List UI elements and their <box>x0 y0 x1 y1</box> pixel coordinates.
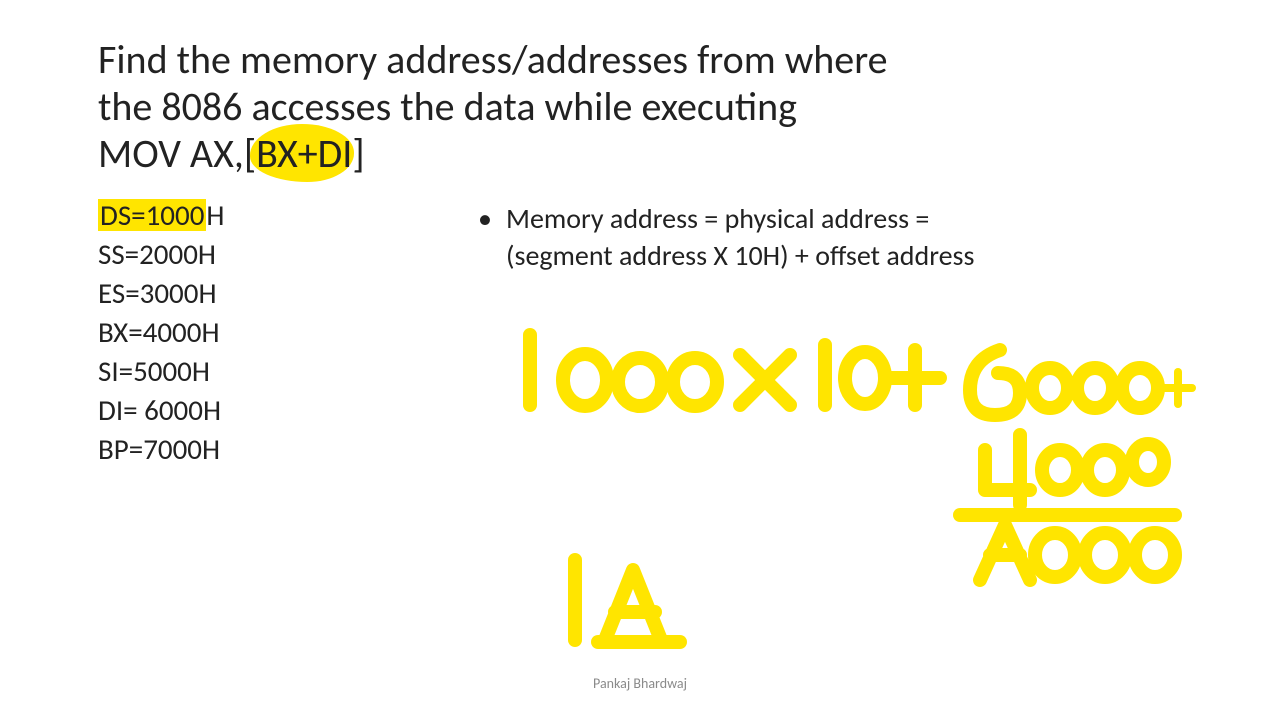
slide: Find the memory address/addresses from w… <box>0 0 1280 720</box>
bullet-text: Memory address = physical address = (seg… <box>506 200 974 276</box>
title-line-1: Find the memory address/addresses from w… <box>98 36 1190 83</box>
title-line3-post: ] <box>352 129 364 178</box>
highlight-ds: DS=1000 <box>98 197 206 233</box>
reg-si: SI=5000H <box>98 352 438 391</box>
highlight-bx-di: BX+DI <box>256 130 352 177</box>
formula-bullet: • Memory address = physical address = (s… <box>478 200 1190 276</box>
slide-title: Find the memory address/addresses from w… <box>98 36 1190 178</box>
title-line3-pre: MOV AX,[ <box>98 129 256 178</box>
bullet-line-1: Memory address = physical address = <box>506 201 929 236</box>
footer-author: Pankaj Bhardwaj <box>0 675 1280 692</box>
reg-bp: BP=7000H <box>98 430 438 469</box>
reg-bx: BX=4000H <box>98 313 438 352</box>
reg-es: ES=3000H <box>98 274 438 313</box>
content-columns: DS=1000H SS=2000H ES=3000H BX=4000H SI=5… <box>98 196 1190 470</box>
title-line-2: the 8086 accesses the data while executi… <box>98 83 1190 130</box>
title-line-3: MOV AX,[BX+DI] <box>98 130 1190 177</box>
reg-ds: DS=1000H <box>98 196 438 235</box>
register-values: DS=1000H SS=2000H ES=3000H BX=4000H SI=5… <box>98 196 438 470</box>
reg-ss: SS=2000H <box>98 235 438 274</box>
reg-ds-suffix: H <box>206 197 224 233</box>
bullet-line-2: (segment address X 10H) + offset address <box>506 238 974 273</box>
bullet-dot: • <box>478 200 506 276</box>
explanation: • Memory address = physical address = (s… <box>478 196 1190 276</box>
reg-di: DI= 6000H <box>98 391 438 430</box>
